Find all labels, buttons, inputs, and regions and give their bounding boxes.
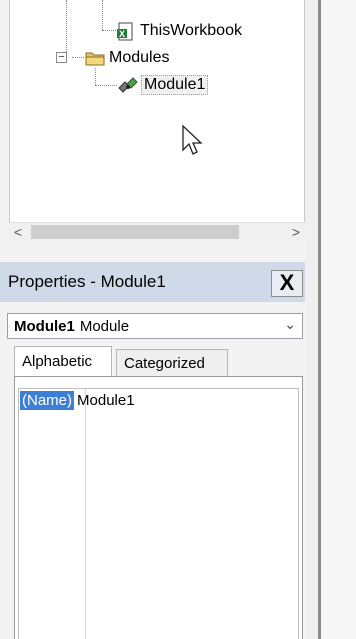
tab-label: Alphabetic [22, 353, 93, 370]
property-name[interactable]: (Name) [20, 390, 75, 410]
tree-connector [102, 30, 116, 31]
scroll-thumb[interactable] [31, 225, 239, 239]
property-value[interactable]: Module1 [77, 392, 135, 409]
tree-item-label: Modules [109, 49, 170, 66]
tree-connector [95, 68, 96, 85]
excel-workbook-icon: X [116, 22, 136, 41]
column-divider [85, 389, 86, 639]
tree-connector [95, 85, 117, 86]
property-grid[interactable]: (Name) Module1 [14, 376, 303, 639]
property-grid-body: (Name) Module1 [18, 388, 299, 639]
scroll-left-button[interactable]: < [9, 223, 27, 241]
property-row-name[interactable]: (Name) Module1 [19, 389, 135, 411]
svg-text:X: X [119, 29, 125, 39]
tree-connector [66, 0, 67, 52]
mouse-cursor-icon [182, 124, 203, 155]
tab-alphabetic[interactable]: Alphabetic [14, 346, 112, 376]
object-name: Module1 [14, 317, 75, 335]
tab-categorized[interactable]: Categorized [116, 349, 228, 377]
close-button[interactable]: X [271, 270, 303, 297]
tree-item-thisworkbook[interactable]: X ThisWorkbook [116, 20, 242, 42]
scroll-right-button[interactable]: > [287, 223, 305, 241]
module-icon [117, 76, 138, 94]
properties-title-bar[interactable]: Properties - Module1 [0, 262, 305, 302]
object-selector-dropdown[interactable]: Module1 Module ⌄ [7, 313, 303, 339]
tree-item-label: ThisWorkbook [140, 22, 242, 39]
code-window-edge [321, 0, 356, 639]
tree-item-module1[interactable]: Module1 [117, 74, 209, 96]
tree-item-label: Module1 [141, 75, 209, 95]
object-type: Module [79, 317, 130, 335]
tree-connector [102, 0, 103, 30]
properties-title: Properties - Module1 [8, 272, 166, 291]
chevron-down-icon: ⌄ [284, 316, 296, 332]
project-explorer-tree[interactable]: X ThisWorkbook − Modules Module1 [9, 0, 305, 222]
tab-label: Categorized [124, 355, 205, 372]
folder-icon [85, 49, 105, 67]
tree-connector [72, 57, 84, 58]
collapse-toggle[interactable]: − [56, 52, 67, 63]
horizontal-scrollbar[interactable]: < > [9, 222, 305, 240]
pane-splitter[interactable] [305, 0, 319, 639]
tree-item-modules[interactable]: Modules [85, 47, 169, 69]
